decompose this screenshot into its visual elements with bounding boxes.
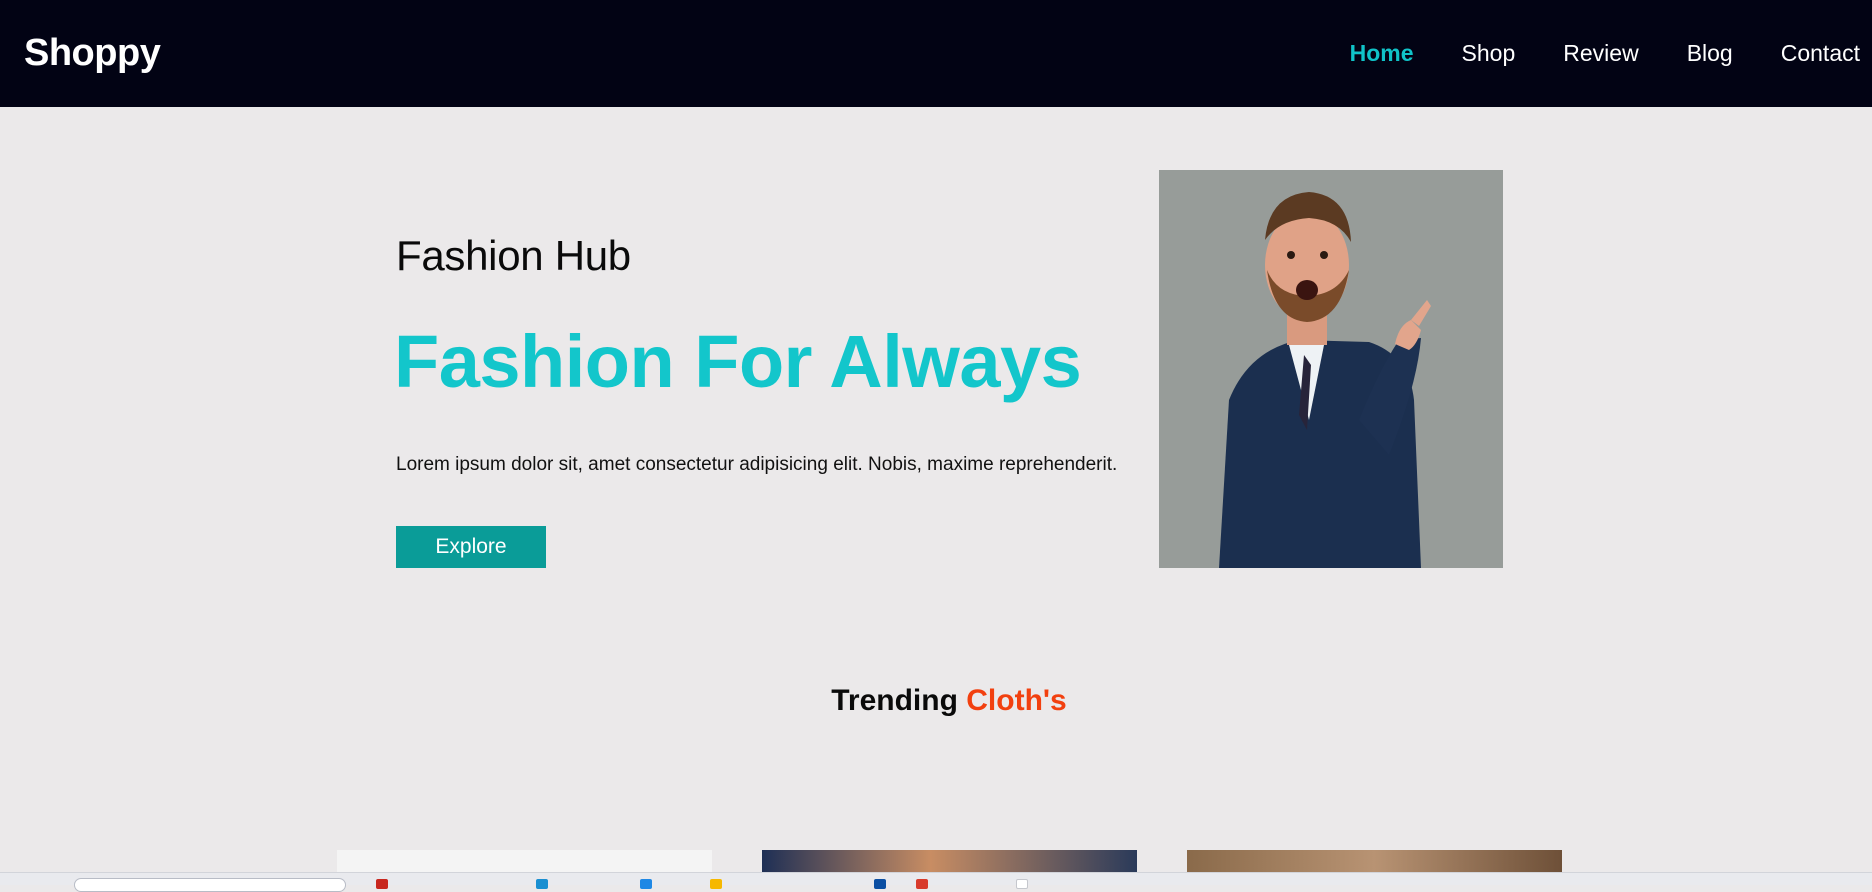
hero-description: Lorem ipsum dolor sit, amet consectetur … bbox=[396, 454, 1118, 475]
trending-title-accent: Cloth's bbox=[966, 684, 1067, 717]
taskbar-app-icon[interactable] bbox=[710, 879, 722, 889]
taskbar-search-box[interactable] bbox=[74, 878, 346, 892]
main-nav: Home Shop Review Blog Contact bbox=[1350, 40, 1860, 67]
hero-model-photo bbox=[1159, 170, 1503, 568]
nav-link-blog[interactable]: Blog bbox=[1687, 40, 1733, 67]
taskbar-app-icon[interactable] bbox=[536, 879, 548, 889]
hero-title: Fashion For Always bbox=[394, 320, 1082, 403]
trending-title-main: Trending bbox=[831, 684, 958, 717]
taskbar-app-icon[interactable] bbox=[376, 879, 388, 889]
os-taskbar bbox=[0, 872, 1872, 892]
nav-link-shop[interactable]: Shop bbox=[1462, 40, 1516, 67]
nav-link-review[interactable]: Review bbox=[1563, 40, 1638, 67]
nav-link-contact[interactable]: Contact bbox=[1781, 40, 1860, 67]
taskbar-app-icon[interactable] bbox=[1016, 879, 1028, 889]
explore-button[interactable]: Explore bbox=[396, 526, 546, 568]
taskbar-app-icon[interactable] bbox=[640, 879, 652, 889]
taskbar-app-icon[interactable] bbox=[874, 879, 886, 889]
man-in-suit-pointing-icon bbox=[1159, 170, 1503, 568]
hero-kicker: Fashion Hub bbox=[396, 232, 631, 279]
brand-logo[interactable]: Shoppy bbox=[24, 32, 161, 75]
nav-link-home[interactable]: Home bbox=[1350, 40, 1414, 67]
taskbar-app-icon[interactable] bbox=[916, 879, 928, 889]
top-navbar: Shoppy Home Shop Review Blog Contact bbox=[0, 0, 1872, 107]
trending-title: Trending Cloth's bbox=[0, 684, 1872, 718]
